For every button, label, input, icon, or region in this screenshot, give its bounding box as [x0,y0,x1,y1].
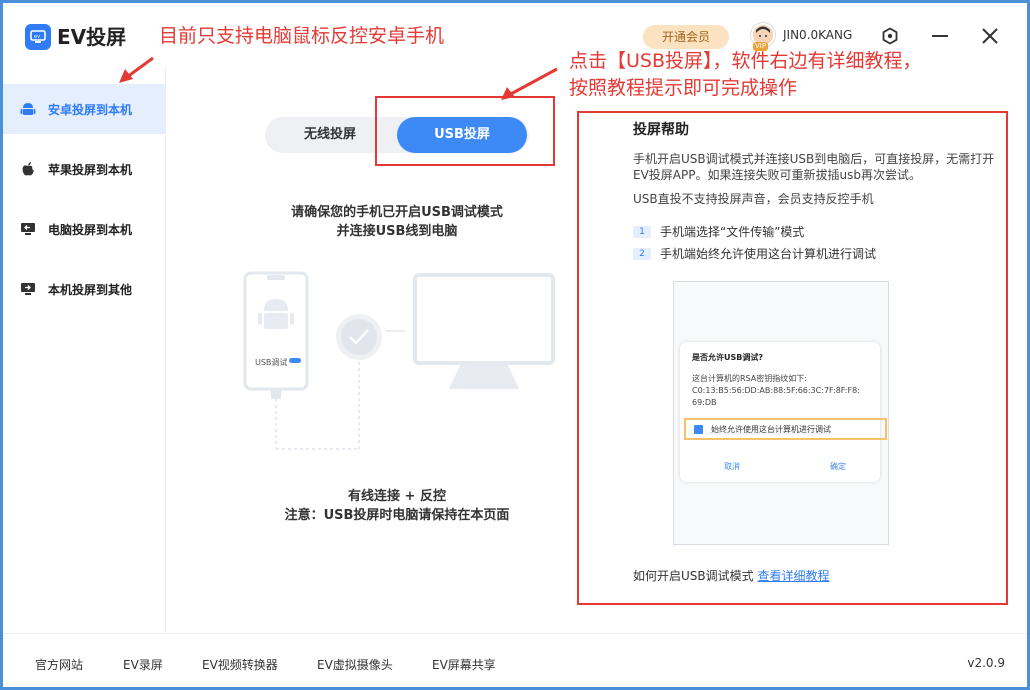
usb-note: 有线连接 + 反控 注意：USB投屏时电脑请保持在本页面 [247,487,547,525]
instruction-line1: 请确保您的手机已开启USB调试模式 [291,205,503,220]
sidebar-item-pc-in[interactable]: 电脑投屏到本机 [3,204,166,254]
instruction-line2: 并连接USB线到电脑 [336,224,458,239]
sidebar-item-label: 苹果投屏到本机 [48,162,133,177]
note-line: 注意：USB投屏时电脑请保持在本页面 [284,508,510,523]
sidebar-item-label: 电脑投屏到本机 [48,222,133,237]
footer-link-website[interactable]: 官方网站 [35,656,83,673]
footer-link-recorder[interactable]: EV录屏 [123,656,163,673]
pc-cast-out-icon [19,280,37,298]
version-label: v2.0.9 [967,656,1005,670]
sidebar: 安卓投屏到本机 苹果投屏到本机 电脑投屏到本机 本机投屏到其他 [3,67,166,633]
mode-line: 有线连接 + 反控 [348,489,446,504]
sidebar-item-apple[interactable]: 苹果投屏到本机 [3,144,166,194]
sidebar-item-label: 本机投屏到其他 [48,282,133,297]
footer-link-share[interactable]: EV屏幕共享 [432,656,496,673]
annotation-box-help [577,111,1008,605]
footer-link-camera[interactable]: EV虚拟摄像头 [317,656,393,673]
sidebar-item-pc-out[interactable]: 本机投屏到其他 [3,264,166,314]
pc-cast-in-icon [19,220,37,238]
footer-link-converter[interactable]: EV视频转换器 [202,656,278,673]
app-window: ev EV投屏 开通会员 VIP JIN0.0KANG 目前只支持电脑鼠标反控安… [3,3,1027,687]
phone-usb-label: USB调试 [255,358,288,367]
usb-instruction: 请确保您的手机已开启USB调试模式 并连接USB线到电脑 [257,203,537,241]
apple-icon [19,160,37,178]
annotation-arrows [119,56,558,100]
footer-bar: 官方网站 EV录屏 EV视频转换器 EV虚拟摄像头 EV屏幕共享 v2.0.9 [3,633,1027,687]
